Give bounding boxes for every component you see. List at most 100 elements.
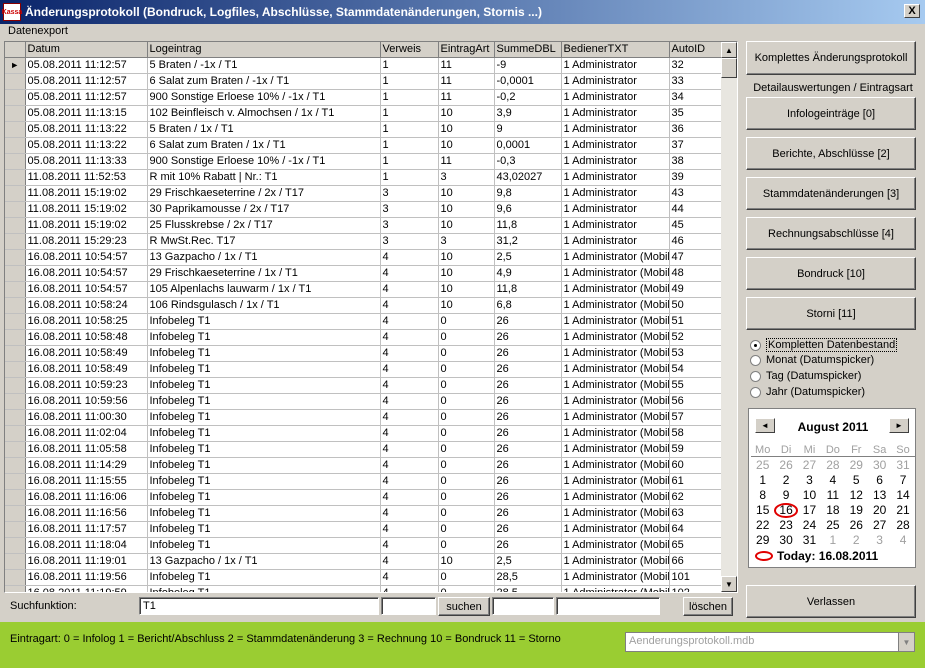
table-cell[interactable]: 6 Salat zum Braten / -1x / T1 [147,73,381,90]
table-cell[interactable]: 900 Sonstige Erloese 10% / -1x / T1 [147,89,381,106]
calendar-day[interactable]: 16 [774,503,798,518]
table-cell[interactable]: Infobeleg T1 [147,409,381,426]
table-cell[interactable]: 49 [669,281,721,298]
calendar-day[interactable]: 15 [751,503,774,518]
table-cell[interactable]: 4 [380,329,439,346]
table-cell[interactable]: -0,2 [494,89,562,106]
table-cell[interactable]: 0 [438,585,495,592]
table-cell[interactable]: 1 [380,169,439,186]
table-cell[interactable]: 4 [380,313,439,330]
table-cell[interactable]: 13 Gazpacho / 1x / T1 [147,249,381,266]
table-cell[interactable]: 1 Administrator [561,57,670,74]
table-cell[interactable]: 1 [380,57,439,74]
table-cell[interactable]: 4 [380,553,439,570]
table-cell[interactable]: 0 [438,505,495,522]
table-row[interactable]: 05.08.2011 11:13:33 900 Sonstige Erloese … [5,153,721,170]
table-cell[interactable]: 1 Administrator (Mobil [561,409,670,426]
table-cell[interactable]: 59 [669,441,721,458]
table-cell[interactable]: 1 Administrator [561,73,670,90]
table-cell[interactable]: 1 Administrator (Mobil [561,249,670,266]
close-button[interactable]: X [904,4,920,18]
row-selector[interactable] [5,441,26,458]
table-cell[interactable]: 4 [380,361,439,378]
table-cell[interactable]: 10 [438,265,495,282]
table-cell[interactable]: -0,3 [494,153,562,170]
table-cell[interactable]: 26 [494,361,562,378]
table-cell[interactable]: 1 Administrator (Mobil [561,457,670,474]
row-selector[interactable] [5,569,26,586]
table-row[interactable]: 05.08.2011 11:13:15 102 Beinfleisch v. Al… [5,105,721,122]
table-cell[interactable]: 05.08.2011 11:12:57 [25,73,148,90]
table-cell[interactable]: 43,02027 [494,169,562,186]
table-cell[interactable]: 44 [669,201,721,218]
table-cell[interactable]: 25 Flusskrebse / 2x / T17 [147,217,381,234]
search-button[interactable]: suchen [438,597,490,616]
table-cell[interactable]: 29 Frischkaeseterrine / 1x / T1 [147,265,381,282]
table-cell[interactable]: 62 [669,489,721,506]
table-cell[interactable]: 1 Administrator (Mobil [561,505,670,522]
column-header[interactable]: Datum [25,42,148,58]
table-row[interactable]: 11.08.2011 15:19:02 30 Paprikamousse / 2x… [5,201,721,218]
table-cell[interactable]: 16.08.2011 11:16:06 [25,489,148,506]
table-cell[interactable]: 5 Braten / -1x / T1 [147,57,381,74]
table-cell[interactable]: 05.08.2011 11:13:33 [25,153,148,170]
table-cell[interactable]: 6,8 [494,297,562,314]
calendar-day[interactable]: 29 [751,533,774,548]
table-row[interactable]: 05.08.2011 11:13:22 6 Salat zum Braten / … [5,137,721,154]
table-row[interactable]: 05.08.2011 11:12:57 6 Salat zum Braten / … [5,73,721,90]
table-row[interactable]: 11.08.2011 11:52:53 R mit 10% Rabatt | Nr… [5,169,721,186]
calendar-day[interactable]: 17 [798,503,821,518]
table-cell[interactable]: Infobeleg T1 [147,425,381,442]
table-cell[interactable]: 1 Administrator (Mobil [561,585,670,592]
search-input[interactable] [139,597,379,615]
clear-button[interactable]: löschen [683,597,733,616]
table-cell[interactable]: 05.08.2011 11:13:15 [25,105,148,122]
table-cell[interactable]: 3 [380,185,439,202]
table-cell[interactable]: Infobeleg T1 [147,377,381,394]
filter-button-reports[interactable]: Berichte, Abschlüsse [2] [746,137,916,170]
radio-option[interactable]: Monat (Datumspicker) [750,354,874,366]
table-cell[interactable]: 4 [380,345,439,362]
calendar-day[interactable]: 19 [845,503,868,518]
calendar-day[interactable]: 26 [845,518,868,533]
table-cell[interactable]: 1 Administrator [561,105,670,122]
table-cell[interactable]: 1 Administrator (Mobil [561,441,670,458]
radio-button-icon[interactable] [750,354,761,366]
table-cell[interactable]: 0 [438,569,495,586]
table-cell[interactable]: 26 [494,521,562,538]
column-header[interactable]: BedienerTXT [561,42,670,58]
table-cell[interactable]: 16.08.2011 10:58:49 [25,361,148,378]
table-cell[interactable]: 50 [669,297,721,314]
table-cell[interactable]: 16.08.2011 10:58:24 [25,297,148,314]
row-selector[interactable] [5,505,26,522]
table-cell[interactable]: 4 [380,537,439,554]
calendar-day[interactable]: 9 [774,488,797,503]
calendar-day[interactable]: 4 [891,533,914,548]
table-cell[interactable]: Infobeleg T1 [147,313,381,330]
table-row[interactable]: 16.08.2011 10:58:48 Infobeleg T1 4 0 26 1 Adm… [5,329,721,346]
table-cell[interactable]: 0,0001 [494,137,562,154]
row-selector[interactable] [5,297,26,314]
current-row-pointer-icon[interactable]: ► [5,57,26,74]
menu-datenexport[interactable]: Datenexport [8,25,68,37]
table-cell[interactable]: 3 [380,201,439,218]
table-cell[interactable]: 1 Administrator (Mobil [561,473,670,490]
table-cell[interactable]: 5 Braten / 1x / T1 [147,121,381,138]
row-selector[interactable] [5,137,26,154]
table-row[interactable]: 16.08.2011 11:02:04 Infobeleg T1 4 0 26 1 Adm… [5,425,721,442]
table-cell[interactable]: 4 [380,425,439,442]
table-row[interactable]: 11.08.2011 15:19:02 29 Frischkaeseterrine… [5,185,721,202]
table-cell[interactable]: 16.08.2011 10:54:57 [25,281,148,298]
calendar-day[interactable]: 24 [798,518,821,533]
table-cell[interactable]: 16.08.2011 10:58:49 [25,345,148,362]
table-cell[interactable]: 05.08.2011 11:12:57 [25,89,148,106]
table-row[interactable]: 16.08.2011 11:14:29 Infobeleg T1 4 0 26 1 Adm… [5,457,721,474]
table-cell[interactable]: 0 [438,425,495,442]
table-cell[interactable]: 3 [438,169,495,186]
table-cell[interactable]: 16.08.2011 10:58:25 [25,313,148,330]
table-cell[interactable]: 4 [380,393,439,410]
table-cell[interactable]: 0 [438,521,495,538]
table-cell[interactable]: 4 [380,265,439,282]
table-cell[interactable]: 3 [380,233,439,250]
scroll-thumb[interactable] [721,58,737,78]
